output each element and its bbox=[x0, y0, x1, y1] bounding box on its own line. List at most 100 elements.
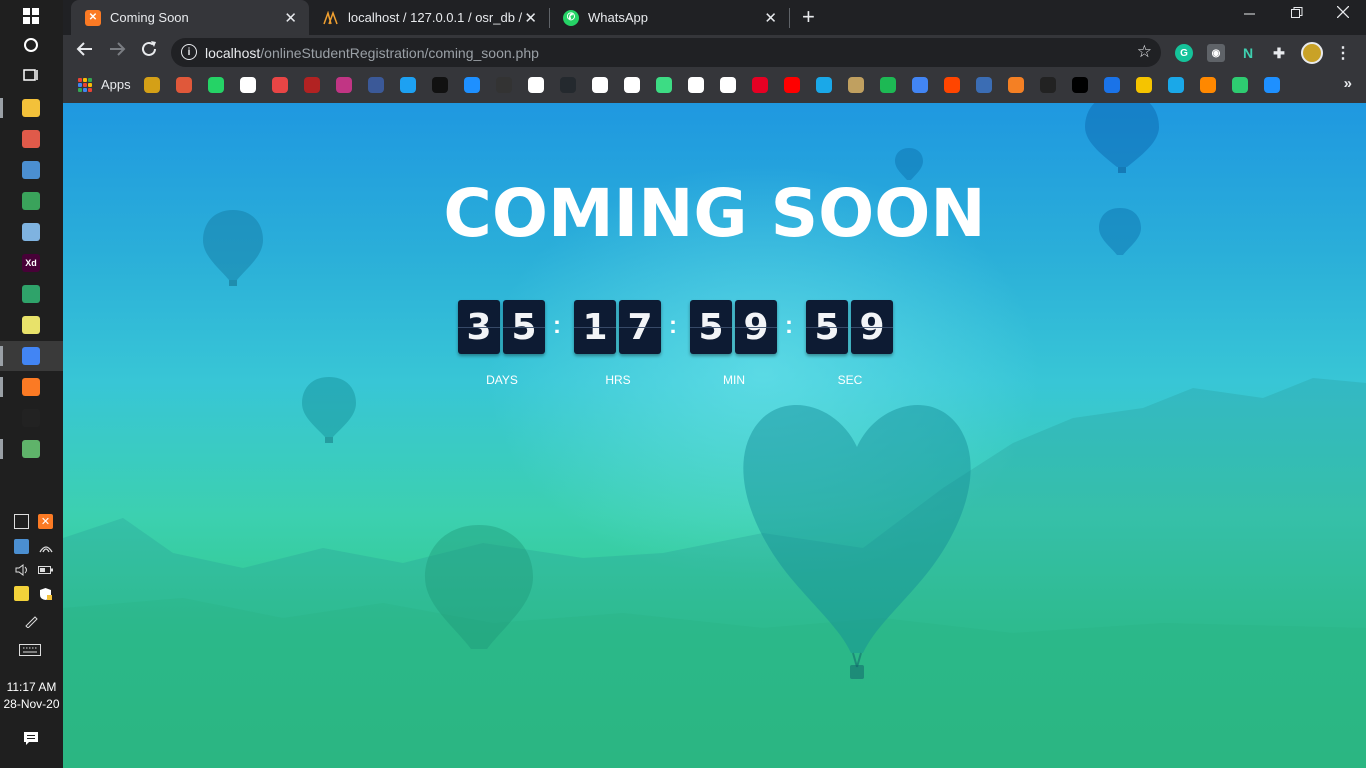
bookmark-favicon-icon[interactable] bbox=[720, 77, 736, 93]
bookmark-favicon-icon[interactable] bbox=[944, 77, 960, 93]
days-label: DAYS bbox=[486, 373, 518, 387]
tab-coming-soon[interactable]: ✕ Coming Soon ✕ bbox=[71, 0, 309, 35]
bookmark-favicon-icon[interactable] bbox=[1072, 77, 1088, 93]
minimize-icon[interactable] bbox=[1244, 1, 1256, 25]
bookmark-favicon-icon[interactable] bbox=[752, 77, 768, 93]
xampp-icon[interactable] bbox=[22, 378, 40, 396]
wifi-icon[interactable] bbox=[38, 539, 53, 554]
bookmark-favicon-icon[interactable] bbox=[848, 77, 864, 93]
bookmark-favicon-icon[interactable] bbox=[1040, 77, 1056, 93]
profile-avatar[interactable] bbox=[1301, 42, 1323, 64]
photos-icon[interactable] bbox=[22, 161, 40, 179]
command-prompt-icon[interactable] bbox=[22, 409, 40, 427]
url-path: /onlineStudentRegistration/coming_soon.p… bbox=[260, 45, 539, 61]
page-title: COMING SOON bbox=[443, 175, 986, 252]
tab-phpmyadmin[interactable]: localhost / 127.0.0.1 / osr_db / ad ✕ bbox=[309, 0, 549, 35]
bookmark-favicon-icon[interactable] bbox=[176, 77, 192, 93]
volume-icon[interactable] bbox=[14, 562, 29, 577]
bookmark-favicon-icon[interactable] bbox=[976, 77, 992, 93]
bookmark-favicon-icon[interactable] bbox=[304, 77, 320, 93]
close-tab-icon[interactable]: ✕ bbox=[764, 9, 777, 27]
hours-label: HRS bbox=[605, 373, 631, 387]
bookmark-favicon-icon[interactable] bbox=[1168, 77, 1184, 93]
bookmark-favicon-icon[interactable] bbox=[336, 77, 352, 93]
chrome-icon[interactable] bbox=[22, 347, 40, 365]
pen-icon[interactable] bbox=[23, 613, 38, 628]
bookmark-favicon-icon[interactable] bbox=[528, 77, 544, 93]
apps-bookmark[interactable]: Apps bbox=[101, 77, 131, 92]
bookmark-star-icon[interactable]: ☆ bbox=[1137, 42, 1152, 62]
more-bookmarks-chevron-icon[interactable]: » bbox=[1344, 75, 1352, 92]
url-host: localhost bbox=[205, 45, 261, 61]
keyboard-icon[interactable] bbox=[19, 642, 41, 657]
site-info-icon[interactable]: i bbox=[181, 44, 197, 60]
forward-arrow-icon[interactable] bbox=[108, 40, 126, 63]
bookmark-favicon-icon[interactable] bbox=[1136, 77, 1152, 93]
apps-grid-icon[interactable] bbox=[78, 78, 92, 92]
bookmark-favicon-icon[interactable] bbox=[144, 77, 160, 93]
clock-date[interactable]: 28-Nov-20 bbox=[0, 697, 63, 711]
close-tab-icon[interactable]: ✕ bbox=[524, 9, 537, 27]
n-extension-icon[interactable]: N bbox=[1239, 44, 1257, 62]
bookmark-favicon-icon[interactable] bbox=[688, 77, 704, 93]
sticky-notes-icon[interactable] bbox=[22, 316, 40, 334]
close-window-icon[interactable] bbox=[1336, 5, 1350, 22]
notepad-icon[interactable] bbox=[22, 223, 40, 241]
bookmark-favicon-icon[interactable] bbox=[272, 77, 288, 93]
security-shield-icon[interactable] bbox=[38, 586, 53, 601]
green-app-icon[interactable] bbox=[22, 192, 40, 210]
windows-start-icon[interactable] bbox=[19, 6, 43, 26]
tray-network-app-icon[interactable] bbox=[14, 539, 29, 554]
running-marker bbox=[0, 346, 3, 366]
bookmark-favicon-icon[interactable] bbox=[1104, 77, 1120, 93]
camera-extension-icon[interactable]: ◉ bbox=[1207, 44, 1225, 62]
close-tab-icon[interactable]: ✕ bbox=[284, 9, 297, 27]
file-explorer-icon[interactable] bbox=[22, 99, 40, 117]
sticky-tray-icon[interactable] bbox=[14, 586, 29, 601]
bookmark-favicon-icon[interactable] bbox=[1264, 77, 1280, 93]
grammarly-icon[interactable]: G bbox=[1175, 44, 1193, 62]
bookmark-favicon-icon[interactable] bbox=[560, 77, 576, 93]
maps-pin-icon[interactable] bbox=[22, 285, 40, 303]
bookmark-favicon-icon[interactable] bbox=[464, 77, 480, 93]
tray-app-icon[interactable] bbox=[14, 514, 29, 529]
back-arrow-icon[interactable] bbox=[76, 40, 94, 63]
bookmark-favicon-icon[interactable] bbox=[432, 77, 448, 93]
tab-whatsapp[interactable]: ✆ WhatsApp ✕ bbox=[549, 0, 789, 35]
tray-xampp-icon[interactable]: ✕ bbox=[38, 514, 53, 529]
bookmark-favicon-icon[interactable] bbox=[368, 77, 384, 93]
bookmark-favicon-icon[interactable] bbox=[1008, 77, 1024, 93]
address-bar[interactable]: i localhost/onlineStudentRegistration/co… bbox=[171, 38, 1161, 67]
bookmark-favicon-icon[interactable] bbox=[240, 77, 256, 93]
bookmark-favicon-icon[interactable] bbox=[496, 77, 512, 93]
minutes-label: MIN bbox=[723, 373, 745, 387]
task-view-icon[interactable] bbox=[19, 65, 43, 85]
green-globe-icon[interactable] bbox=[22, 440, 40, 458]
chrome-menu-icon[interactable]: ⋮ bbox=[1334, 44, 1352, 62]
days-digit-ones: 5 bbox=[503, 300, 545, 354]
days-digits: 3 5 bbox=[458, 300, 546, 354]
clock-time[interactable]: 11:17 AM bbox=[0, 680, 63, 694]
reload-icon[interactable] bbox=[140, 40, 158, 63]
battery-icon[interactable] bbox=[38, 562, 53, 577]
bookmark-favicon-icon[interactable] bbox=[912, 77, 928, 93]
bookmark-favicon-icon[interactable] bbox=[624, 77, 640, 93]
bookmark-favicon-icon[interactable] bbox=[1232, 77, 1248, 93]
bookmark-favicon-icon[interactable] bbox=[656, 77, 672, 93]
bookmark-favicon-icon[interactable] bbox=[208, 77, 224, 93]
bookmark-favicon-icon[interactable] bbox=[816, 77, 832, 93]
url-text[interactable]: localhost/onlineStudentRegistration/comi… bbox=[205, 45, 539, 61]
bookmark-favicon-icon[interactable] bbox=[784, 77, 800, 93]
extensions-puzzle-icon[interactable]: ✚ bbox=[1270, 44, 1288, 62]
search-circle-icon[interactable] bbox=[19, 35, 43, 55]
restore-icon[interactable] bbox=[1291, 6, 1303, 23]
bookmark-favicon-icon[interactable] bbox=[592, 77, 608, 93]
bookmark-favicon-icon[interactable] bbox=[1200, 77, 1216, 93]
new-tab-plus-icon[interactable]: + bbox=[802, 4, 815, 30]
bookmark-favicon-icon[interactable] bbox=[880, 77, 896, 93]
action-center-icon[interactable] bbox=[19, 729, 43, 749]
heart-balloon-icon bbox=[743, 404, 971, 679]
paint-icon[interactable] bbox=[22, 130, 40, 148]
adobe-xd-icon[interactable]: Xd bbox=[22, 254, 40, 272]
bookmark-favicon-icon[interactable] bbox=[400, 77, 416, 93]
